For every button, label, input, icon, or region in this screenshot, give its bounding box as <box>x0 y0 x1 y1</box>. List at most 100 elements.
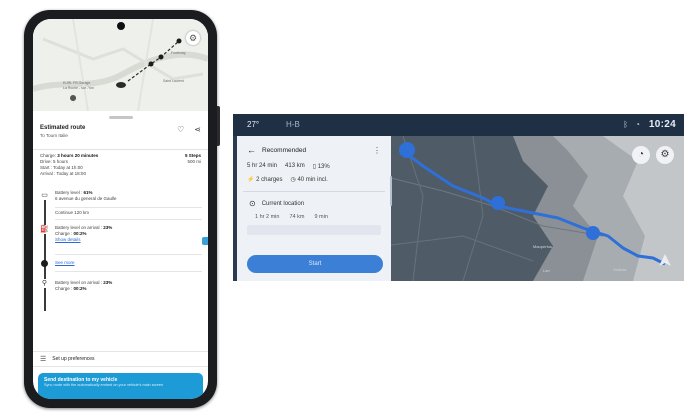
timeline-dot <box>41 260 48 267</box>
charge-count: 2 charges <box>256 177 283 183</box>
car-display: 27° H-B ᛒ ◔ 10:24 Maupertus Vorbois Lan … <box>233 114 684 281</box>
continue-step: Continue 120 km <box>55 210 202 216</box>
phone-map-canvas <box>33 19 208 111</box>
route-distance: 413 km <box>285 163 305 169</box>
route-panel: ← Recommended ⋮ 5 hr 24 min 413 km ▯ 13%… <box>237 136 392 281</box>
charge-stop-marker[interactable] <box>586 226 600 240</box>
divider <box>55 207 202 208</box>
route-timeline: ▭ Battery level : 61% 6 avenue du genera… <box>33 181 208 331</box>
current-location-label: Current location <box>261 200 305 207</box>
phone-screen: ⚙ EURL FB Garage La Roche - sur -Yon Fon… <box>33 19 208 399</box>
route-destination: To Tourn Italie <box>40 133 68 138</box>
battery-stat: ▯ 13% <box>313 163 330 170</box>
charge-label: Charge : <box>55 231 73 236</box>
charge-stop-2: Battery level on arrival : 23% Charge : … <box>55 280 202 292</box>
side-tab[interactable] <box>202 237 208 245</box>
arrival-battery-label: Battery level on arrival : <box>55 225 103 230</box>
route-title: Estimated route <box>40 125 86 131</box>
leg-time: 1 hr 2 min <box>255 214 280 220</box>
sliders-icon: ☰ <box>40 356 47 363</box>
route-waypoint[interactable] <box>176 38 182 44</box>
scrollbar[interactable] <box>390 176 392 206</box>
charge-value: 00:2% <box>73 286 87 291</box>
divider <box>55 219 202 220</box>
preferences-label: Set up preferences <box>52 356 95 362</box>
clock-icon: ◷ <box>290 177 296 183</box>
divider <box>55 254 202 255</box>
map-label: La Roche - sur -Yon <box>63 86 94 90</box>
see-more-row: See more <box>55 260 202 266</box>
heart-outline-icon[interactable]: ♡ <box>177 125 184 134</box>
route-waypoint[interactable] <box>158 54 164 60</box>
send-destination-button[interactable]: Send destination to my vehicle Sync rout… <box>38 373 203 399</box>
back-arrow-icon[interactable]: ← <box>247 145 256 155</box>
screenshot-canvas: ⚙ EURL FB Garage La Roche - sur -Yon Fon… <box>0 0 691 413</box>
start-button[interactable]: Start <box>247 255 383 273</box>
continue-text: Continue 120 km <box>55 210 90 215</box>
drag-handle[interactable] <box>108 116 133 119</box>
start-marker[interactable] <box>399 142 415 158</box>
more-vert-icon[interactable]: ⋮ <box>373 146 381 155</box>
car-status-bar: 27° H-B ᛒ ◔ 10:24 <box>233 114 684 136</box>
charge-stop-marker[interactable] <box>491 196 505 210</box>
panel-heading: Recommended <box>262 146 307 154</box>
car-marker <box>116 82 126 88</box>
timeline-line <box>44 193 46 311</box>
location-pin-icon: ⚲ <box>40 279 49 288</box>
destination-field[interactable] <box>247 225 381 235</box>
start-address: 6 avenue du general de Gaulle <box>55 196 117 201</box>
map-town-label: Maupertus <box>533 244 552 249</box>
charge-time-stat: ◷ 40 min incl. <box>291 176 328 183</box>
map-label: EURL FB Garage <box>63 81 91 85</box>
leg-battery: 9 min <box>314 214 328 220</box>
phone-side-button <box>217 106 220 146</box>
map-town-label: Lan <box>543 268 550 273</box>
charges-stat: ⚡ 2 charges <box>247 176 283 183</box>
map-town-label: Vorbois <box>613 267 626 272</box>
arrival-battery-value: 23% <box>103 225 113 230</box>
charge-label: Charge: <box>40 153 57 158</box>
battery-label: Battery level : <box>55 190 83 195</box>
map-label: Saint Laurent <box>163 79 184 83</box>
phone-mockup: ⚙ EURL FB Garage La Roche - sur -Yon Fon… <box>24 10 220 408</box>
clock: 10:24 <box>648 119 676 130</box>
cta-subtitle: Sync route with the automatically embed … <box>44 383 164 387</box>
charging-station-icon: ⛽ <box>40 225 49 234</box>
leg-details: 1 hr 2 min 74 km 9 min <box>237 208 391 220</box>
charge-value: 00:2% <box>73 231 87 236</box>
summary-row-arrival: Arrival : Today at 18:00 <box>33 171 208 177</box>
arrival-battery-label: Battery level on arrival : <box>55 280 103 285</box>
start-step: Battery level : 61% 6 avenue du general … <box>55 190 202 202</box>
gear-icon[interactable]: ⚙ <box>186 31 200 45</box>
speedometer-icon[interactable]: ◔ <box>632 146 650 164</box>
route-waypoint[interactable] <box>148 61 154 67</box>
gear-icon[interactable]: ⚙ <box>656 146 674 164</box>
battery-icon: ▯ <box>312 164 317 170</box>
battery-icon: ▭ <box>40 191 49 200</box>
battery-value: 61% <box>83 190 93 195</box>
current-location-row[interactable]: ⊙ Current location <box>237 192 391 208</box>
panel-header: ← Recommended ⋮ <box>237 136 391 155</box>
charge-value: 3 hours 20 minutes <box>57 153 99 158</box>
battery-percent: 13% <box>317 164 330 170</box>
phone-map[interactable]: ⚙ EURL FB Garage La Roche - sur -Yon Fon… <box>33 19 208 111</box>
divider <box>55 271 202 272</box>
see-more-link[interactable]: See more <box>55 260 202 266</box>
leg-distance: 74 km <box>289 214 305 220</box>
show-details-link[interactable]: Show details <box>55 237 202 243</box>
arrival-time: Arrival : Today at 18:00 <box>40 171 86 176</box>
route-stats: 5 hr 24 min 413 km ▯ 13% <box>237 155 391 170</box>
charge-stats: ⚡ 2 charges ◷ 40 min incl. <box>237 170 391 183</box>
divider <box>33 149 208 150</box>
share-icon[interactable]: ⋖ <box>194 125 201 134</box>
location-pin-icon: ⊙ <box>249 199 256 208</box>
set-up-preferences-button[interactable]: ☰ Set up preferences <box>33 351 208 367</box>
car-map[interactable]: Maupertus Vorbois Lan ◔ ⚙ <box>383 136 684 281</box>
wifi-icon: ◔ <box>635 120 640 129</box>
charge-label: Charge : <box>55 286 73 291</box>
ev-plug-icon: ⚡ <box>247 177 255 183</box>
arrival-battery-value: 23% <box>103 280 113 285</box>
drive-mode: H-B <box>286 120 300 129</box>
map-label: Fontenay <box>171 51 186 55</box>
route-sheet: Estimated route To Tourn Italie ♡ ⋖ Char… <box>33 116 208 331</box>
